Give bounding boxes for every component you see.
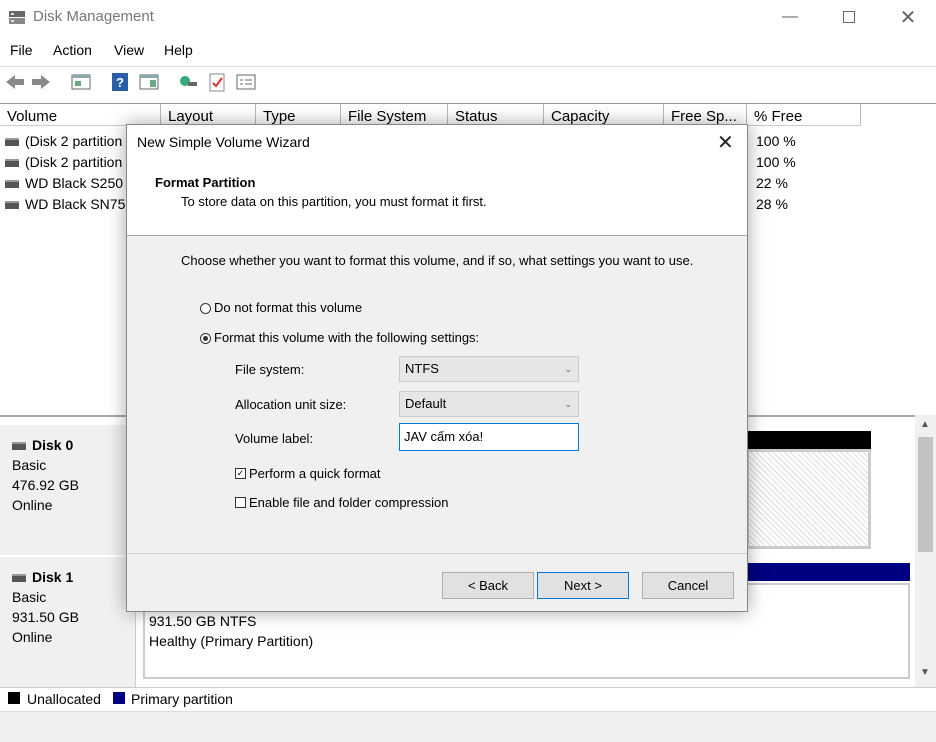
menu-bar: File Action View Help: [0, 38, 936, 62]
primary-partition-swatch: [113, 692, 125, 704]
volume-label-input[interactable]: JAV cấm xóa!: [399, 423, 579, 451]
compression-label[interactable]: Enable file and folder compression: [249, 495, 448, 510]
disk-title: Disk 1: [32, 569, 74, 585]
properties-pane-icon[interactable]: [138, 71, 160, 93]
vertical-scrollbar[interactable]: ▲ ▼: [915, 415, 936, 687]
minimize-icon: —: [782, 8, 798, 25]
disk-0-info[interactable]: Disk 0 Basic 476.92 GB Online: [0, 425, 136, 555]
column-file-system[interactable]: File System: [341, 104, 448, 126]
file-system-label: File system:: [235, 362, 305, 377]
scroll-up-icon[interactable]: ▲: [920, 419, 930, 430]
dialog-title: New Simple Volume Wizard: [137, 134, 310, 150]
new-simple-volume-wizard: New Simple Volume Wizard ✕ Format Partit…: [126, 124, 748, 612]
status-bar: [0, 711, 936, 742]
help-icon[interactable]: ?: [109, 71, 131, 93]
disk-management-icon: [9, 11, 25, 24]
dialog-close-button[interactable]: ✕: [717, 130, 734, 155]
percent-free-value: 100 %: [756, 154, 796, 170]
settings-list-icon[interactable]: [235, 71, 257, 93]
quick-format-checkbox[interactable]: ✓: [235, 468, 246, 479]
disk-size: 931.50 GB: [12, 609, 79, 625]
chevron-down-icon: ⌄: [564, 399, 572, 409]
radio-format[interactable]: [200, 333, 211, 344]
percent-free-value: 100 %: [756, 133, 796, 149]
back-arrow-icon[interactable]: [4, 71, 26, 93]
disk-icon: [12, 442, 26, 451]
close-icon: ✕: [899, 6, 917, 29]
percent-free-value: 28 %: [756, 196, 788, 212]
disk-size: 476.92 GB: [12, 477, 79, 493]
column-percent-free[interactable]: % Free: [747, 104, 861, 126]
compression-checkbox[interactable]: [235, 497, 246, 508]
column-volume[interactable]: Volume: [0, 104, 161, 126]
cancel-button[interactable]: Cancel: [642, 572, 734, 599]
connect-icon[interactable]: [177, 71, 199, 93]
allocation-unit-select[interactable]: Default ⌄: [399, 391, 579, 417]
window-title: Disk Management: [33, 8, 154, 25]
back-button[interactable]: < Back: [442, 572, 534, 599]
partition-status: Healthy (Primary Partition): [149, 633, 314, 649]
disk-1-info[interactable]: Disk 1 Basic 931.50 GB Online: [0, 557, 136, 689]
svg-text:?: ?: [116, 75, 124, 90]
wizard-prompt: Choose whether you want to format this v…: [181, 253, 694, 268]
radio-format-label[interactable]: Format this volume with the following se…: [214, 330, 479, 345]
minimize-button[interactable]: —: [767, 0, 813, 34]
disk-state: Online: [12, 629, 53, 645]
list-item[interactable]: (Disk 2 partition: [5, 133, 122, 149]
toolbar: ?: [0, 66, 936, 97]
menu-view[interactable]: View: [114, 42, 144, 58]
radio-no-format[interactable]: [200, 303, 211, 314]
scrollbar-thumb[interactable]: [918, 437, 933, 552]
forward-arrow-icon[interactable]: [30, 71, 52, 93]
list-item[interactable]: (Disk 2 partition: [5, 154, 122, 170]
column-type[interactable]: Type: [256, 104, 341, 126]
volume-label-label: Volume label:: [235, 431, 314, 446]
disk-type: Basic: [12, 589, 47, 605]
legend: Unallocated Primary partition: [0, 687, 936, 712]
maximize-icon: [843, 11, 855, 23]
chevron-down-icon: ⌄: [564, 364, 572, 374]
wizard-subheading: To store data on this partition, you mus…: [181, 194, 487, 209]
volume-icon: [5, 201, 19, 210]
title-bar: Disk Management — ✕: [0, 0, 936, 34]
list-item[interactable]: WD Black SN75: [5, 196, 125, 212]
column-layout[interactable]: Layout: [161, 104, 256, 126]
disk-icon: [12, 574, 26, 583]
wizard-header: New Simple Volume Wizard ✕ Format Partit…: [127, 125, 747, 236]
checklist-icon[interactable]: [206, 71, 228, 93]
quick-format-label[interactable]: Perform a quick format: [249, 466, 381, 481]
menu-help[interactable]: Help: [164, 42, 193, 58]
disk-state: Online: [12, 497, 53, 513]
file-system-select[interactable]: NTFS ⌄: [399, 356, 579, 382]
partition-size-fs: 931.50 GB NTFS: [149, 613, 257, 629]
close-icon: ✕: [717, 132, 734, 154]
close-button[interactable]: ✕: [885, 0, 931, 34]
legend-unallocated: Unallocated: [27, 691, 101, 707]
next-button[interactable]: Next >: [537, 572, 629, 599]
column-free-space[interactable]: Free Sp...: [664, 104, 747, 126]
wizard-heading: Format Partition: [155, 175, 256, 190]
menu-action[interactable]: Action: [53, 42, 92, 58]
partition-header-primary: [746, 563, 910, 581]
show-hide-tree-icon[interactable]: [70, 71, 92, 93]
disk-0-partition-block[interactable]: [746, 449, 871, 549]
scroll-down-icon[interactable]: ▼: [920, 667, 930, 678]
partition-header-unallocated: [746, 431, 871, 449]
legend-primary: Primary partition: [131, 691, 233, 707]
column-status[interactable]: Status: [448, 104, 544, 126]
unallocated-swatch: [8, 692, 20, 704]
volume-icon: [5, 159, 19, 168]
percent-free-value: 22 %: [756, 175, 788, 191]
menu-file[interactable]: File: [10, 42, 33, 58]
allocation-unit-label: Allocation unit size:: [235, 397, 347, 412]
radio-no-format-label[interactable]: Do not format this volume: [214, 300, 362, 315]
maximize-button[interactable]: [826, 0, 872, 34]
column-capacity[interactable]: Capacity: [544, 104, 664, 126]
disk-title: Disk 0: [32, 437, 74, 453]
disk-type: Basic: [12, 457, 47, 473]
divider: [127, 553, 747, 554]
volume-icon: [5, 180, 19, 189]
volume-icon: [5, 138, 19, 147]
list-item[interactable]: WD Black S250: [5, 175, 123, 191]
